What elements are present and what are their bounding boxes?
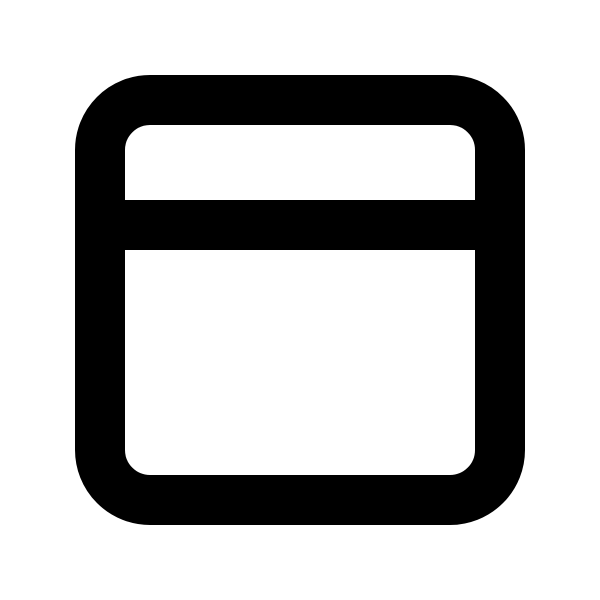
app-window-icon bbox=[75, 75, 525, 525]
icon-canvas bbox=[0, 0, 600, 600]
window-frame bbox=[75, 75, 525, 525]
